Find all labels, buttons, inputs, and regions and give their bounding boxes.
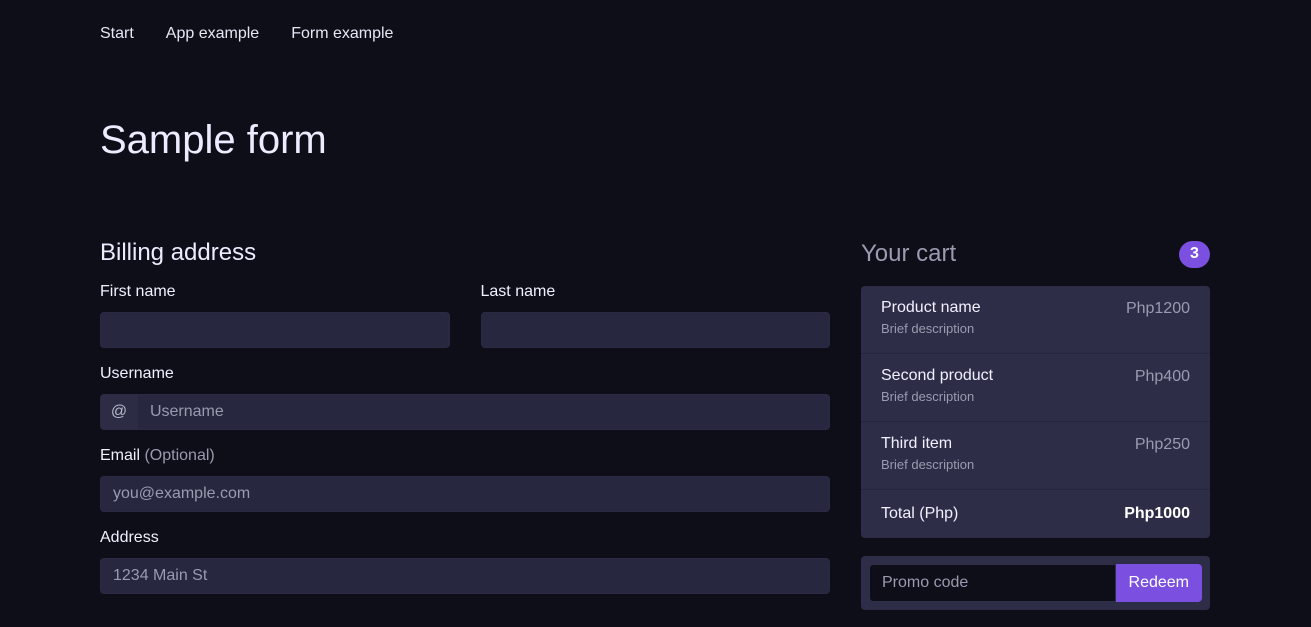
cart-item: Third item Brief description Php250 — [861, 422, 1210, 490]
at-prefix: @ — [100, 394, 138, 430]
email-label: Email (Optional) — [100, 446, 830, 466]
cart-item-name: Product name — [881, 299, 981, 316]
cart-item-name: Third item — [881, 435, 953, 452]
redeem-button[interactable]: Redeem — [1115, 564, 1202, 602]
promo-code-input[interactable] — [869, 564, 1116, 602]
username-label: Username — [100, 365, 174, 382]
billing-title: Billing address — [100, 239, 257, 266]
cart-item-info: Third item Brief description — [881, 434, 974, 477]
cart-list: Product name Brief description Php1200 S… — [861, 286, 1210, 538]
cart-item-price: Php250 — [1134, 436, 1190, 453]
cart-total-label: Total (Php) — [881, 505, 959, 522]
cart-item-info: Product name Brief description — [881, 298, 981, 341]
cart-item: Second product Brief description Php400 — [861, 354, 1210, 422]
first-name-input[interactable] — [100, 312, 450, 348]
cart-item: Product name Brief description Php1200 — [861, 286, 1210, 354]
cart-item-price: Php1200 — [1125, 300, 1190, 317]
cart-item-description: Brief description — [881, 389, 975, 404]
last-name-group: Last name — [480, 282, 830, 348]
username-group: Username @ — [100, 364, 830, 430]
address-input[interactable] — [100, 558, 830, 594]
email-input[interactable] — [100, 476, 830, 512]
first-name-label: First name — [100, 283, 176, 300]
page-title: Sample form — [100, 118, 327, 162]
billing-form: Billing address First name Last name Use… — [100, 238, 830, 610]
cart-count-badge: 3 — [1179, 240, 1210, 268]
email-optional-text: (Optional) — [144, 447, 215, 464]
last-name-input[interactable] — [480, 312, 830, 348]
cart-item-name: Second product — [881, 367, 994, 384]
cart-total-row: Total (Php) Php1000 — [861, 490, 1210, 538]
cart-total-value: Php1000 — [1124, 505, 1190, 522]
username-input[interactable] — [137, 394, 830, 430]
email-label-text: Email — [100, 447, 141, 464]
cart-item-description: Brief description — [881, 321, 975, 336]
username-input-group: @ — [100, 394, 830, 430]
address-group: Address — [100, 528, 830, 594]
cart-item-description: Brief description — [881, 457, 975, 472]
first-name-group: First name — [100, 282, 450, 348]
cart-item-info: Second product Brief description — [881, 366, 993, 409]
top-nav: Start App example Form example — [100, 25, 393, 43]
address-label: Address — [100, 529, 159, 546]
nav-start-link[interactable]: Start — [100, 25, 134, 43]
email-group: Email (Optional) — [100, 446, 830, 512]
nav-form-example-link[interactable]: Form example — [291, 25, 393, 43]
last-name-label: Last name — [480, 283, 556, 300]
name-row: First name Last name — [100, 282, 830, 348]
promo-form: Redeem — [861, 556, 1210, 610]
cart-header: Your cart 3 — [861, 238, 1210, 270]
cart-item-price: Php400 — [1134, 368, 1190, 385]
nav-app-example-link[interactable]: App example — [166, 25, 259, 43]
cart-panel: Your cart 3 Product name Brief descripti… — [861, 238, 1210, 610]
cart-title: Your cart — [861, 240, 957, 267]
